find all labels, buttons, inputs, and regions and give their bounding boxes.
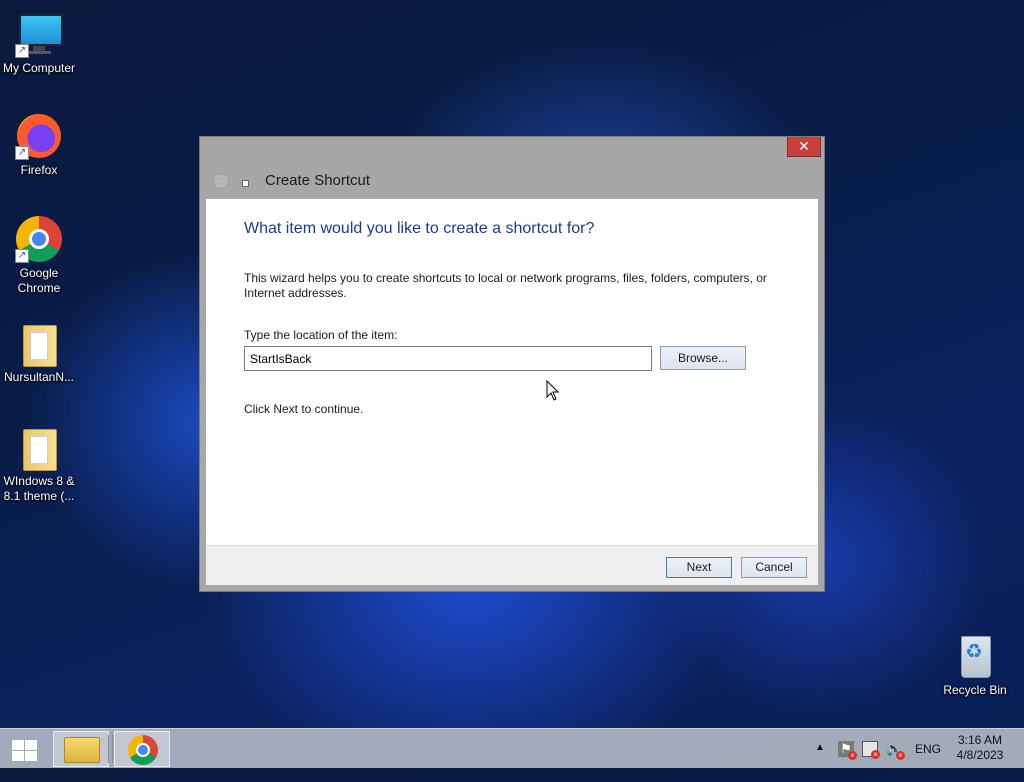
system-clock[interactable]: 3:16 AM 4/8/2023 [952, 733, 1008, 773]
taskbar: ▲ ⚑ 🔈 ENG 3:16 AM 4/8/2023 [0, 728, 1024, 768]
location-label: Type the location of the item: [244, 328, 398, 342]
wizard-content: What item would you like to create a sho… [206, 199, 818, 545]
desktop-icon-label: NursultanN... [3, 370, 75, 384]
clock-date: 4/8/2023 [956, 748, 1004, 762]
shortcut-arrow-icon: ↗ [15, 44, 29, 58]
desktop-icon-recycle-bin[interactable]: Recycle Bin [936, 632, 1014, 698]
input-language[interactable]: ENG [915, 742, 941, 782]
clock-time: 3:16 AM [957, 733, 1003, 747]
dialog-title: Create Shortcut [265, 172, 371, 189]
shortcut-arrow-icon: ↗ [15, 249, 29, 263]
firefox-icon: ↗ [15, 112, 63, 160]
desktop-icon-label: Firefox [20, 163, 58, 177]
chrome-icon: ↗ [15, 215, 63, 263]
location-input[interactable] [244, 346, 652, 371]
chrome-icon [128, 735, 158, 765]
tray-overflow-chevron-icon[interactable]: ▲ [815, 742, 825, 782]
volume-muted-icon[interactable]: 🔈 [886, 741, 905, 760]
start-button[interactable] [10, 738, 38, 762]
create-shortcut-dialog: ✕ ← Create Shortcut What item would you … [199, 136, 825, 592]
taskbar-separator [108, 735, 113, 763]
desktop-icon-windows-theme-folder[interactable]: WIndows 8 & 8.1 theme (... [0, 423, 78, 504]
shortcut-icon [242, 180, 249, 187]
next-button[interactable]: Next [666, 557, 732, 578]
folder-icon [15, 423, 63, 471]
folder-icon [15, 319, 63, 367]
taskbar-chrome[interactable] [114, 731, 170, 767]
desktop-icon-nursultan-folder[interactable]: NursultanN... [0, 319, 78, 385]
desktop-icon-google-chrome[interactable]: ↗ Google Chrome [0, 215, 78, 296]
desktop-icon-label: WIndows 8 & 8.1 theme (... [3, 474, 75, 503]
computer-icon: ↗ [15, 10, 63, 58]
close-button[interactable]: ✕ [787, 137, 821, 157]
wizard-footer: Next Cancel [206, 545, 818, 585]
taskbar-file-explorer[interactable] [53, 731, 109, 767]
action-center-flag-icon[interactable]: ⚑ [838, 741, 857, 760]
recycle-bin-icon [951, 632, 999, 680]
desktop-icon-label: Recycle Bin [943, 683, 1007, 697]
network-icon[interactable] [862, 741, 880, 759]
back-arrow-icon[interactable]: ← [213, 173, 229, 189]
browse-button[interactable]: Browse... [660, 346, 746, 370]
file-explorer-icon [64, 737, 100, 763]
wizard-heading: What item would you like to create a sho… [244, 220, 595, 237]
desktop-icon-my-computer[interactable]: ↗ My Computer [0, 10, 78, 76]
desktop-icon-label: Google Chrome [17, 266, 61, 295]
desktop-icon-firefox[interactable]: ↗ Firefox [0, 112, 78, 178]
wizard-description: This wizard helps you to create shortcut… [244, 271, 767, 300]
continue-hint: Click Next to continue. [244, 402, 364, 416]
cancel-button[interactable]: Cancel [741, 557, 807, 578]
desktop-icon-label: My Computer [2, 61, 76, 75]
shortcut-arrow-icon: ↗ [15, 146, 29, 160]
